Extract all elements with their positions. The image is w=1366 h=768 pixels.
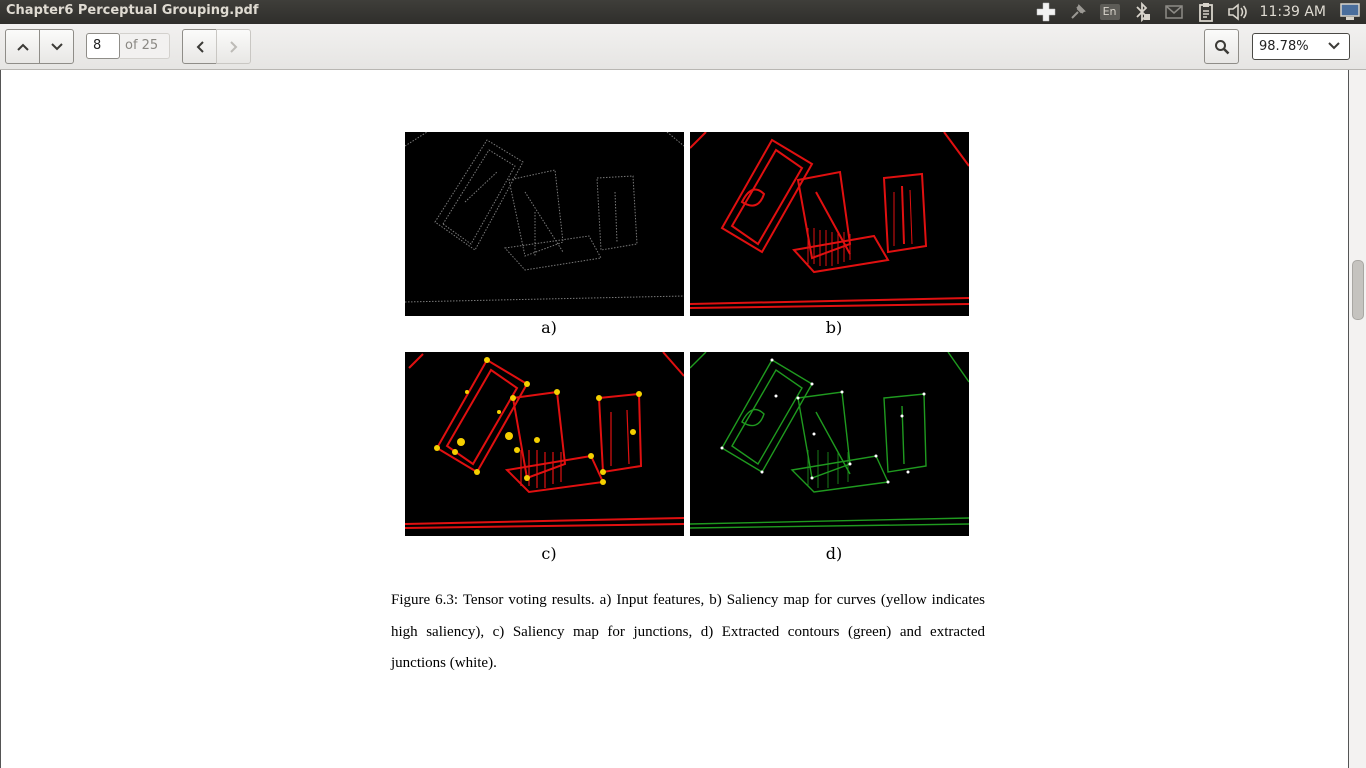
pdf-page: a) b) c) d) Figure 6.3: Tensor voting re… <box>0 70 1349 768</box>
subfigure-label-a: a) <box>541 318 557 337</box>
chevron-right-icon <box>229 40 237 53</box>
top-panel: Chapter6 Perceptual Grouping.pdf En 11:3… <box>0 0 1366 24</box>
figure-a-input-features <box>405 132 684 316</box>
network-pin-icon[interactable] <box>1067 3 1089 21</box>
battery-clipboard-icon[interactable] <box>1195 3 1217 22</box>
system-tray: En 11:39 AM <box>1030 0 1366 24</box>
mail-icon[interactable] <box>1163 3 1185 21</box>
scrollbar-thumb[interactable] <box>1352 260 1364 320</box>
previous-page-button[interactable] <box>5 29 40 64</box>
search-icon <box>1214 39 1229 54</box>
subfigure-label-b: b) <box>825 318 843 337</box>
chevron-up-icon <box>16 43 29 51</box>
clock[interactable]: 11:39 AM <box>1260 4 1326 20</box>
keyboard-layout-indicator[interactable]: En <box>1099 3 1121 21</box>
figure-caption: Figure 6.3: Tensor voting results. a) In… <box>391 592 985 671</box>
document-viewer[interactable]: a) b) c) d) Figure 6.3: Tensor voting re… <box>0 70 1366 768</box>
viewer-toolbar: 8 of 25 98.78% <box>0 24 1366 70</box>
zoom-value: 98.78% <box>1259 39 1309 54</box>
chevron-down-icon <box>1328 42 1340 50</box>
figure-c-junction-saliency <box>405 352 684 536</box>
history-forward-button[interactable] <box>216 29 251 64</box>
search-button[interactable] <box>1204 29 1239 64</box>
zoom-select[interactable]: 98.78% <box>1252 33 1350 60</box>
page-total-label: of 25 <box>120 33 170 59</box>
vertical-scrollbar[interactable] <box>1349 70 1366 768</box>
subfigure-label-c: c) <box>541 544 557 563</box>
page-number-input[interactable]: 8 <box>86 33 120 59</box>
chevron-down-icon <box>50 42 63 50</box>
figure-b-curve-saliency <box>690 132 969 316</box>
chevron-left-icon <box>196 40 204 53</box>
bluetooth-icon[interactable] <box>1131 2 1153 22</box>
history-back-button[interactable] <box>182 29 217 64</box>
subfigure-label-d: d) <box>825 544 843 563</box>
health-cross-icon[interactable] <box>1035 2 1057 22</box>
session-computer-icon[interactable] <box>1339 3 1361 21</box>
volume-icon[interactable] <box>1227 3 1249 21</box>
next-page-button[interactable] <box>39 29 74 64</box>
figure-d-extracted-contours <box>690 352 969 536</box>
window-title: Chapter6 Perceptual Grouping.pdf <box>6 3 259 18</box>
